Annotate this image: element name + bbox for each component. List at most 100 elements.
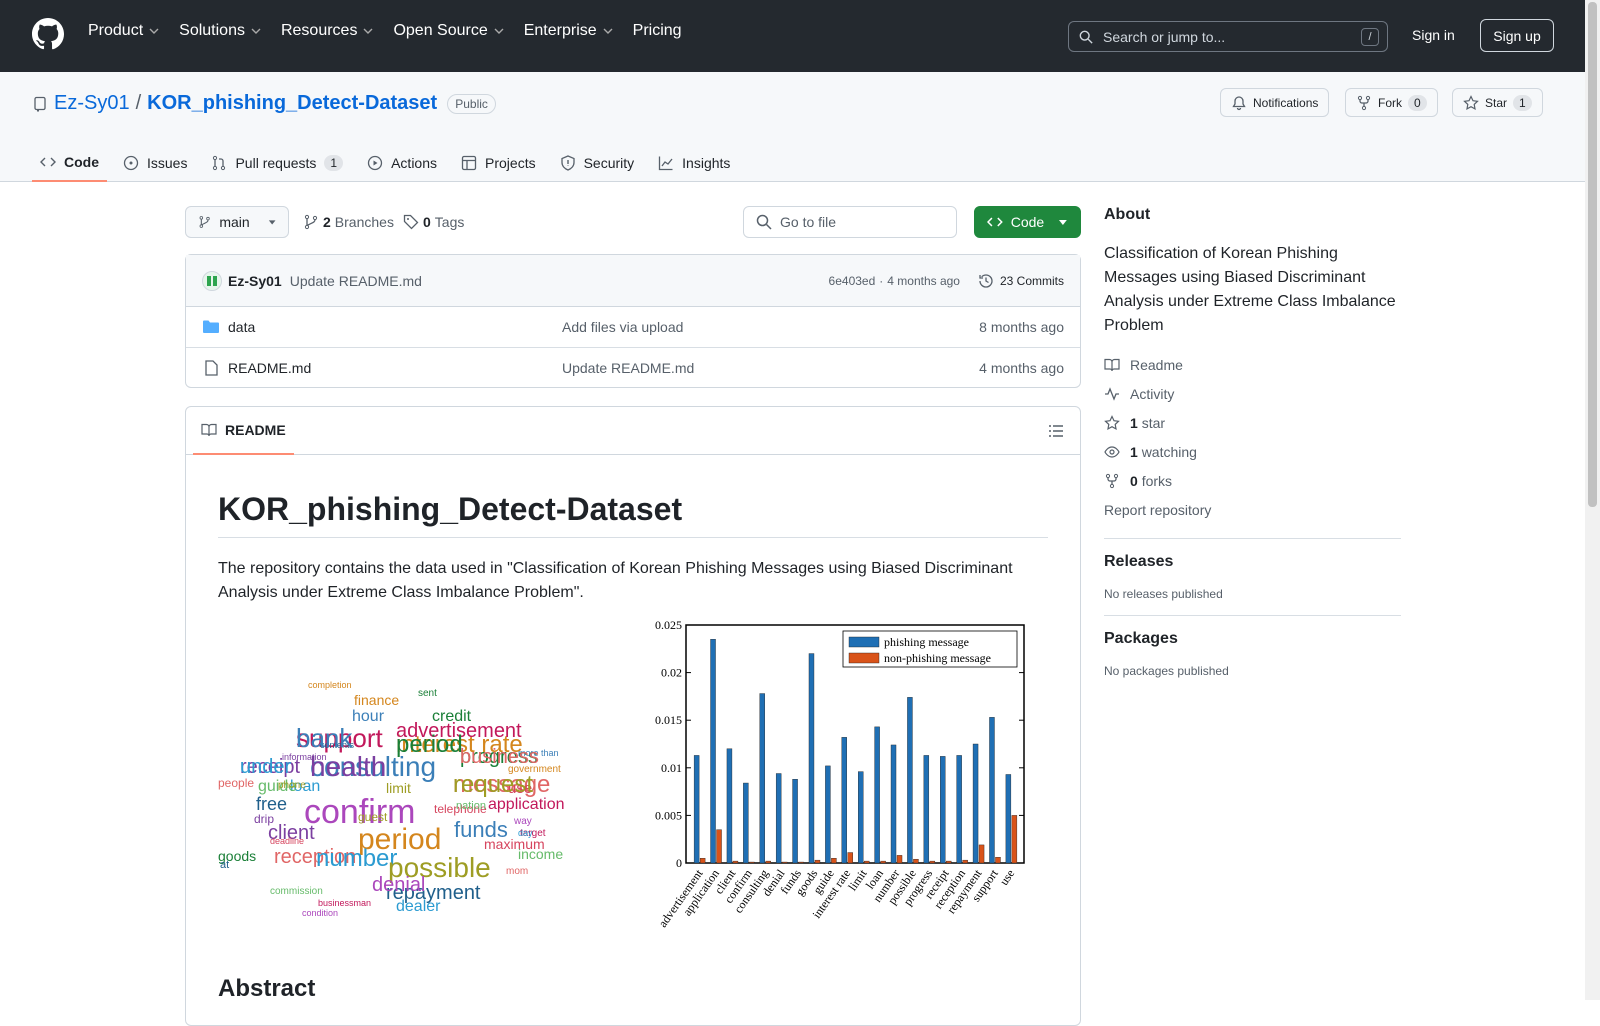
tab-actions[interactable]: Actions [359,144,445,182]
releases-title[interactable]: Releases [1104,553,1401,571]
nav-enterprise[interactable]: Enterprise [524,22,613,40]
go-to-file-input[interactable]: Go to file [743,206,957,238]
y-tick-label: 0.02 [661,666,682,680]
tab-code[interactable]: Code [32,144,107,182]
repo-sep: / [135,92,142,114]
table-row[interactable]: data Add files via upload 8 months ago [186,307,1080,347]
bar [956,755,962,864]
table-row[interactable]: README.md Update README.md 4 months ago [186,347,1080,387]
watching-link[interactable]: 1 watching [1104,437,1401,466]
sign-in-link[interactable]: Sign in [1412,27,1455,43]
file-commit-message[interactable]: Update README.md [562,360,694,376]
commit-author[interactable]: Ez-Sy01 [228,273,282,289]
caret-down-icon [1059,220,1068,225]
bar [962,859,968,864]
notifications-button[interactable]: Notifications [1220,88,1330,117]
code-button-label: Code [1010,214,1045,230]
github-logo-icon[interactable] [32,18,64,50]
tab-issues[interactable]: Issues [115,144,195,182]
nav-product[interactable]: Product [88,22,159,40]
star-button[interactable]: Star 1 [1452,88,1543,117]
readme-description: The repository contains the data used in… [218,560,1013,601]
sign-up-button[interactable]: Sign up [1480,19,1554,52]
bar [940,756,946,864]
commit-hash[interactable]: 6e403ed [829,274,876,288]
bar [923,755,930,864]
forks-link[interactable]: 0 forks [1104,466,1401,495]
code-icon [40,157,56,167]
activity-link-label: Activity [1130,385,1175,402]
caret-down-icon [268,220,276,225]
bar [989,717,995,864]
repo-title: Ez-Sy01 / KOR_phishing_Detect-Dataset Pu… [32,92,496,115]
code-button[interactable]: Code [974,206,1081,238]
avatar[interactable] [202,270,222,291]
bar [693,755,700,864]
bar [716,829,722,864]
issue-icon [123,155,139,171]
word-cloud-word: health [310,751,387,782]
bar [847,852,853,864]
activity-link[interactable]: Activity [1104,379,1401,408]
tab-insights[interactable]: Insights [650,144,738,182]
list-icon[interactable] [1048,423,1064,439]
readme-panel: README KOR_phishing_Detect-Dataset The r… [185,406,1081,1026]
book-icon [1104,358,1120,371]
tab-pull-requests[interactable]: Pull requests 1 [203,144,351,182]
readme-link[interactable]: Readme [1104,350,1401,379]
tab-projects[interactable]: Projects [453,144,544,182]
y-tick-label: 0.015 [655,713,682,727]
word-cloud-word: condition [302,908,339,918]
commit-message[interactable]: Update README.md [290,273,422,289]
pull-request-count: 1 [324,155,344,171]
file-name[interactable]: README.md [228,360,562,376]
bar [880,860,886,864]
tab-label: Pull requests [235,155,317,171]
shield-icon [560,155,575,171]
packages-title[interactable]: Packages [1104,630,1401,648]
file-commit-message[interactable]: Add files via upload [562,319,683,335]
word-cloud-word: finance [354,692,400,708]
commits-link[interactable]: 23 Commits [978,273,1064,289]
nav-open-source[interactable]: Open Source [393,22,504,40]
tags-link[interactable]: 0 Tags [403,214,464,230]
bar [929,860,936,864]
forks-count: 0 [1130,472,1138,489]
bar [890,744,897,864]
bar [792,779,798,864]
word-cloud-word: request [453,771,534,798]
nav-label: Open Source [393,22,488,39]
report-repository-link[interactable]: Report repository [1104,495,1401,524]
no-releases-text: No releases published [1104,587,1223,601]
branch-select[interactable]: main [185,206,289,238]
repo-name-link[interactable]: KOR_phishing_Detect-Dataset [147,92,437,115]
fork-label: Fork [1378,95,1402,110]
branches-link[interactable]: 2 Branches [303,214,394,230]
tab-label: Actions [391,155,438,171]
tags-label: Tags [434,214,465,230]
avatar-icon [207,275,217,286]
fork-icon [1105,473,1119,488]
bar [874,726,880,864]
scrollbar-thumb[interactable] [1588,2,1597,507]
readme-tab[interactable]: README [193,407,294,455]
repo-tabs: Code Issues Pull requests 1 Actions Proje… [32,144,738,182]
word-cloud-word: completion [308,680,352,690]
repo-owner-link[interactable]: Ez-Sy01 [54,92,130,115]
branches-count: 2 [323,214,331,230]
bar-chart: 00.0050.010.0150.020.025advertisementapp… [655,618,1025,930]
tag-icon [403,214,419,230]
bar [699,858,706,864]
file-name[interactable]: data [228,319,562,335]
word-cloud-word: income [518,846,564,862]
divider [1104,538,1401,539]
nav-pricing[interactable]: Pricing [633,22,682,40]
nav-resources[interactable]: Resources [281,22,373,40]
bar [814,859,821,864]
fork-button[interactable]: Fork 0 [1345,88,1438,117]
tab-security[interactable]: Security [552,144,643,182]
nav-solutions[interactable]: Solutions [179,22,261,40]
file-time: 4 months ago [979,359,1064,376]
search-input[interactable]: Search or jump to... / [1068,21,1388,52]
stars-link[interactable]: 1 star [1104,408,1401,437]
